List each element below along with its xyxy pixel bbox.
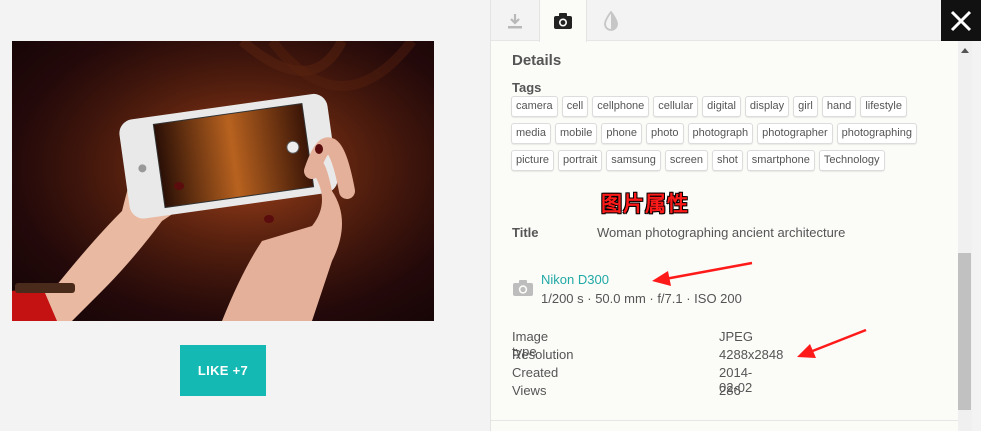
tag-list: camera cell cellphone cellular digital displa… bbox=[511, 96, 941, 171]
tag-chip[interactable]: photographing bbox=[836, 123, 917, 144]
tag-chip[interactable]: display bbox=[744, 96, 790, 117]
tag-chip[interactable]: picture bbox=[511, 150, 555, 171]
tag-chip[interactable]: cell bbox=[561, 96, 589, 117]
scrollbar-thumb[interactable] bbox=[958, 253, 971, 410]
tab-adjust[interactable] bbox=[587, 0, 635, 41]
arrow-up-icon bbox=[961, 48, 969, 53]
meta-value: 286 bbox=[719, 383, 741, 398]
main-photo bbox=[12, 41, 434, 321]
tag-chip[interactable]: girl bbox=[793, 96, 818, 117]
tag-chip[interactable]: digital bbox=[702, 96, 741, 117]
close-icon bbox=[950, 10, 972, 31]
meta-key: Created bbox=[512, 365, 559, 380]
like-button[interactable]: LIKE +7 bbox=[180, 345, 266, 396]
close-button[interactable] bbox=[941, 0, 981, 41]
photo-illustration bbox=[12, 41, 434, 321]
camera-small-icon bbox=[513, 280, 533, 296]
camera-model-link[interactable]: Nikon D300 bbox=[541, 272, 609, 287]
annotation-label: 图片属性 bbox=[601, 193, 689, 216]
tag-chip[interactable]: media bbox=[511, 123, 551, 144]
tag-chip[interactable]: photo bbox=[645, 123, 684, 144]
title-value: Woman photographing ancient architecture bbox=[597, 225, 846, 240]
details-content: Details Tags camera cell cellphone cellular… bbox=[491, 42, 959, 431]
tag-chip[interactable]: cellphone bbox=[592, 96, 650, 117]
tag-chip[interactable]: hand bbox=[821, 96, 857, 117]
tag-chip[interactable]: screen bbox=[664, 150, 708, 171]
scroll-up-arrow[interactable] bbox=[958, 41, 972, 59]
camera-settings: 1/200 s · 50.0 mm · f/7.1 · ISO 200 bbox=[541, 291, 742, 306]
tag-chip[interactable]: shot bbox=[711, 150, 743, 171]
tag-chip[interactable]: portrait bbox=[558, 150, 603, 171]
tab-camera-info[interactable] bbox=[539, 0, 587, 42]
tags-label: Tags bbox=[512, 80, 542, 95]
tag-chip[interactable]: cellular bbox=[653, 96, 699, 117]
tag-chip[interactable]: photograph bbox=[687, 123, 754, 144]
contrast-drop-icon bbox=[604, 10, 618, 31]
tag-chip[interactable]: smartphone bbox=[746, 150, 815, 171]
tag-chip[interactable]: samsung bbox=[606, 150, 661, 171]
title-label: Title bbox=[512, 225, 539, 240]
meta-value: 4288x2848 bbox=[719, 347, 784, 362]
details-panel: Details Tags camera cell cellphone cellular… bbox=[490, 0, 959, 431]
image-preview-area: LIKE +7 bbox=[0, 0, 490, 431]
tag-chip[interactable]: lifestyle bbox=[860, 96, 907, 117]
tag-chip[interactable]: Technology bbox=[818, 150, 885, 171]
tag-chip[interactable]: camera bbox=[511, 96, 558, 117]
camera-icon bbox=[554, 13, 572, 29]
panel-tabbar bbox=[491, 0, 959, 42]
tab-download[interactable] bbox=[491, 0, 539, 41]
tag-chip[interactable]: photographer bbox=[757, 123, 833, 144]
meta-key: Views bbox=[512, 383, 547, 398]
meta-value: JPEG bbox=[719, 329, 753, 344]
page-edge bbox=[972, 41, 981, 431]
meta-key: Resolution bbox=[512, 347, 574, 362]
download-icon bbox=[508, 13, 522, 28]
tag-chip[interactable]: phone bbox=[601, 123, 642, 144]
divider bbox=[491, 420, 959, 421]
details-heading: Details bbox=[512, 52, 562, 69]
tag-chip[interactable]: mobile bbox=[554, 123, 598, 144]
